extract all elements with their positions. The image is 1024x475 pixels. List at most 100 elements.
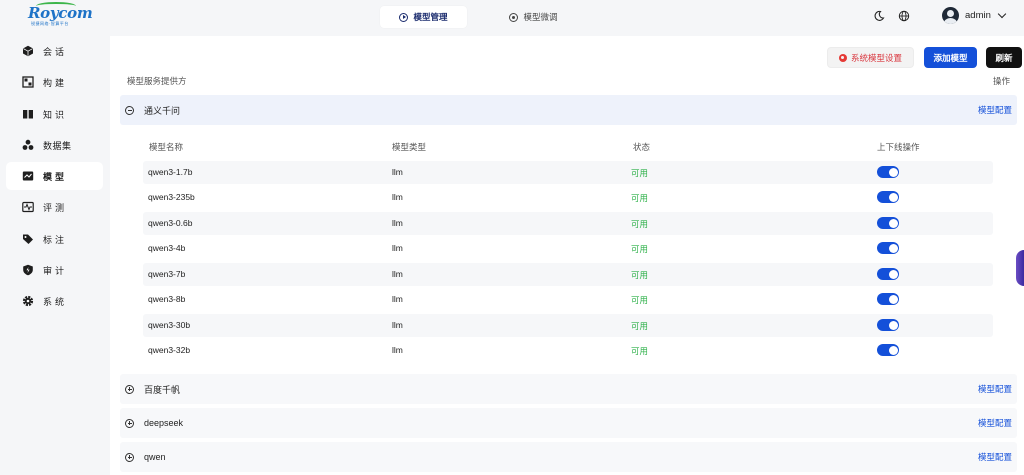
- shield-icon: [23, 264, 33, 276]
- status-badge: 可用: [631, 219, 649, 229]
- sidebar: 会话 构建 知识 数据集 模型 评测 标注 审计 系统: [0, 36, 110, 475]
- main-panel: 系统模型设置 添加模型 刷新 模型服务提供方 操作 通义千问 模型配置 模型名称…: [110, 36, 1024, 475]
- status-badge: 可用: [631, 346, 649, 356]
- online-toggle[interactable]: [877, 319, 899, 331]
- col-header-model-name: 模型名称: [149, 142, 184, 152]
- table-row: qwen3-4b llm 可用: [143, 237, 993, 260]
- model-config-link[interactable]: 模型配置: [978, 417, 1012, 429]
- tab-label: 模型管理: [413, 12, 448, 22]
- cube-icon: [23, 45, 33, 57]
- model-type: llm: [392, 345, 403, 355]
- provider-row-baidu[interactable]: 百度千帆 模型配置: [120, 374, 1017, 404]
- sidebar-item-system[interactable]: 系统: [6, 287, 103, 315]
- model-name: qwen3-30b: [148, 320, 191, 330]
- expand-plus-icon[interactable]: [125, 452, 134, 462]
- model-config-link[interactable]: 模型配置: [978, 383, 1012, 395]
- table-row: qwen3-32b llm 可用: [143, 339, 993, 362]
- tab-model-management[interactable]: 模型管理: [380, 6, 467, 28]
- model-config-link[interactable]: 模型配置: [978, 451, 1012, 463]
- model-name: qwen3-0.6b: [148, 218, 193, 228]
- tab-label: 模型微调: [523, 12, 558, 22]
- sidebar-item-chat[interactable]: 会话: [6, 37, 103, 65]
- button-label: 系统模型设置: [850, 52, 902, 63]
- sidebar-item-label: 审计: [43, 265, 68, 276]
- refresh-button[interactable]: 刷新: [986, 47, 1022, 68]
- sidebar-item-label: 模型: [43, 171, 68, 182]
- status-badge: 可用: [631, 270, 649, 280]
- table-row: qwen3-8b llm 可用: [143, 288, 993, 311]
- system-model-settings-button[interactable]: 系统模型设置: [827, 47, 914, 68]
- model-icon: [22, 171, 34, 181]
- online-toggle[interactable]: [877, 217, 899, 229]
- model-type: llm: [392, 294, 403, 304]
- sidebar-item-evaluation[interactable]: 评测: [6, 193, 103, 221]
- provider-row-qwen[interactable]: qwen 模型配置: [120, 442, 1017, 472]
- floating-assistant-handle[interactable]: [1016, 250, 1024, 286]
- chevron-down-icon: [997, 9, 1007, 19]
- provider-name: deepseek: [144, 418, 184, 428]
- provider-row-deepseek[interactable]: deepseek 模型配置: [120, 408, 1017, 438]
- expand-plus-icon[interactable]: [125, 384, 134, 394]
- model-type: llm: [392, 192, 403, 202]
- book-icon: [23, 110, 33, 119]
- username: admin: [965, 10, 991, 21]
- dot-circle-icon: [509, 12, 519, 22]
- online-toggle[interactable]: [877, 268, 899, 280]
- online-toggle[interactable]: [877, 191, 899, 203]
- provider-name: 通义千问: [144, 105, 181, 116]
- model-type: llm: [392, 218, 403, 228]
- logo-swoosh-icon: [36, 2, 76, 10]
- col-header-online-ops: 上下线操作: [877, 142, 920, 152]
- table-row: qwen3-1.7b llm 可用: [143, 161, 993, 184]
- sidebar-item-audit[interactable]: 审计: [6, 256, 103, 284]
- globe-icon[interactable]: [898, 10, 910, 22]
- table-row: qwen3-0.6b llm 可用: [143, 212, 993, 235]
- tab-model-finetune[interactable]: 模型微调: [496, 6, 571, 28]
- pulse-icon: [22, 201, 34, 213]
- provider-column-header: 模型服务提供方: [127, 76, 187, 86]
- sidebar-item-label: 系统: [43, 296, 68, 307]
- sidebar-item-label: 评测: [43, 202, 68, 213]
- model-name: qwen3-8b: [148, 294, 186, 304]
- brand-logo[interactable]: Roycom 锐捷网络·智算平台: [28, 2, 93, 27]
- model-type: llm: [392, 243, 403, 253]
- sidebar-item-label: 会话: [43, 46, 68, 57]
- sidebar-item-label: 数据集: [43, 140, 72, 151]
- status-badge: 可用: [631, 244, 649, 254]
- sidebar-item-annotation[interactable]: 标注: [6, 225, 103, 253]
- tag-icon: [23, 234, 33, 244]
- model-name: qwen3-1.7b: [148, 167, 193, 177]
- status-badge: 可用: [631, 321, 649, 331]
- status-badge: 可用: [631, 295, 649, 305]
- provider-row-tongyi[interactable]: 通义千问 模型配置: [120, 95, 1017, 125]
- model-type: llm: [392, 320, 403, 330]
- table-row: qwen3-235b llm 可用: [143, 186, 993, 209]
- top-bar: Roycom 锐捷网络·智算平台 模型管理 模型微调 admin: [0, 0, 1024, 36]
- dataset-icon: [22, 139, 34, 150]
- model-type: llm: [392, 167, 403, 177]
- sidebar-item-label: 知识: [43, 109, 68, 120]
- col-header-status: 状态: [633, 142, 651, 152]
- online-toggle[interactable]: [877, 293, 899, 305]
- user-menu[interactable]: admin: [942, 7, 1007, 24]
- table-row: qwen3-7b llm 可用: [143, 263, 993, 286]
- sidebar-item-build[interactable]: 构建: [6, 68, 103, 96]
- gear-icon: [22, 295, 34, 307]
- collapse-minus-icon[interactable]: [125, 105, 134, 115]
- moon-icon[interactable]: [873, 10, 885, 22]
- add-model-button[interactable]: 添加模型: [924, 47, 977, 68]
- model-name: qwen3-7b: [148, 269, 186, 279]
- sidebar-item-model[interactable]: 模型: [6, 162, 103, 190]
- online-toggle[interactable]: [877, 242, 899, 254]
- sidebar-item-label: 标注: [43, 234, 68, 245]
- model-name: qwen3-32b: [148, 345, 191, 355]
- status-badge: 可用: [631, 168, 649, 178]
- build-icon: [22, 76, 34, 88]
- sidebar-item-knowledge[interactable]: 知识: [6, 100, 103, 128]
- online-toggle[interactable]: [877, 344, 899, 356]
- model-config-link[interactable]: 模型配置: [978, 104, 1012, 116]
- col-header-model-type: 模型类型: [392, 142, 427, 152]
- online-toggle[interactable]: [877, 166, 899, 178]
- sidebar-item-dataset[interactable]: 数据集: [6, 131, 103, 159]
- expand-plus-icon[interactable]: [125, 418, 134, 428]
